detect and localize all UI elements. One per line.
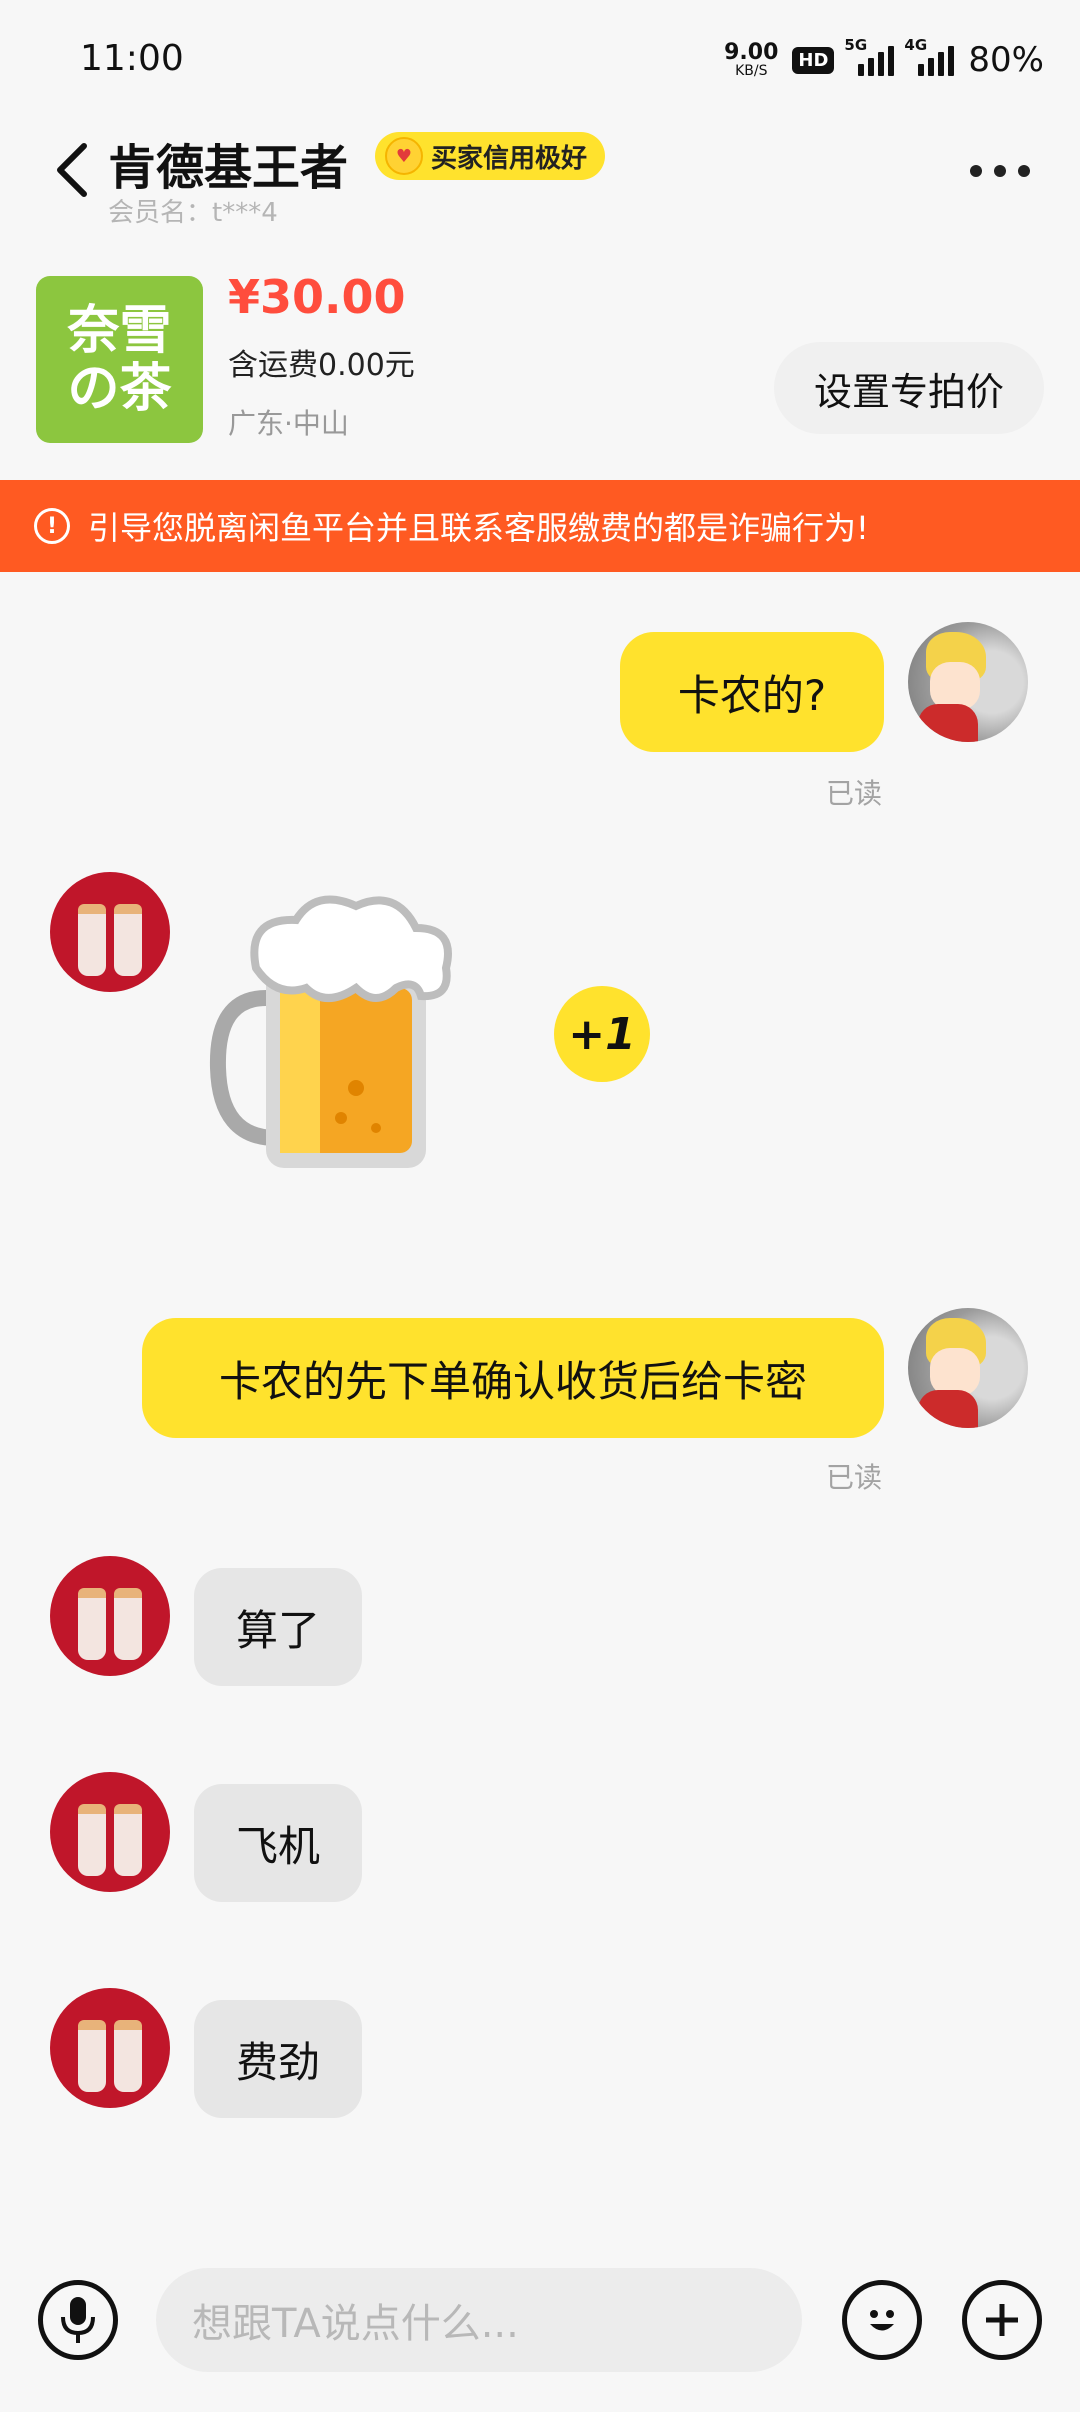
emoji-button[interactable] bbox=[842, 2280, 922, 2360]
hd-badge: HD bbox=[792, 46, 835, 74]
other-avatar[interactable] bbox=[50, 1556, 170, 1676]
set-special-price-button[interactable]: 设置专拍价 bbox=[774, 342, 1044, 434]
more-actions-button[interactable] bbox=[962, 2280, 1042, 2360]
signal-4g-icon: 4G bbox=[904, 36, 955, 76]
message-bubble-other[interactable]: 算了 bbox=[194, 1568, 362, 1686]
net-speed-value: 9.00 bbox=[724, 40, 779, 65]
member-name: 会员名：t***4 bbox=[108, 198, 278, 228]
page-title: 肯德基王者 bbox=[108, 140, 349, 196]
other-avatar[interactable] bbox=[50, 1772, 170, 1892]
plus-icon bbox=[986, 2304, 1018, 2336]
warning-text: 引导您脱离闲鱼平台并且联系客服缴费的都是诈骗行为! bbox=[88, 509, 869, 547]
read-status: 已读 bbox=[826, 777, 883, 810]
product-price: ¥30.00 bbox=[228, 270, 406, 324]
beer-mug-icon bbox=[209, 895, 452, 1168]
chevron-left-icon bbox=[57, 143, 87, 197]
plus-one-badge[interactable]: +1 bbox=[554, 986, 650, 1082]
thumb-text-line1: 奈雪 bbox=[67, 300, 172, 362]
status-time: 11:00 bbox=[80, 38, 184, 79]
other-avatar[interactable] bbox=[50, 872, 170, 992]
back-button[interactable] bbox=[50, 140, 94, 200]
message-bubble-other[interactable]: 费劲 bbox=[194, 2000, 362, 2118]
mic-icon bbox=[61, 2297, 95, 2343]
more-button[interactable] bbox=[970, 165, 1030, 177]
battery-level: 80% bbox=[968, 40, 1044, 80]
credit-badge: ♥ 买家信用极好 bbox=[375, 132, 606, 180]
other-avatar[interactable] bbox=[50, 1988, 170, 2108]
seller-location: 广东·中山 bbox=[228, 407, 349, 440]
my-avatar[interactable] bbox=[908, 1308, 1028, 1428]
emoji-icon bbox=[870, 2310, 894, 2331]
signal-4g-label: 4G bbox=[904, 36, 928, 54]
thumb-text-line2: の茶 bbox=[67, 357, 172, 419]
net-speed: 9.00 KB/S bbox=[724, 40, 779, 79]
message-bubble-me[interactable]: 卡农的? bbox=[620, 632, 884, 752]
signal-5g-label: 5G bbox=[844, 36, 868, 54]
message-input-placeholder: 想跟TA说点什么... bbox=[192, 2301, 519, 2347]
product-thumbnail[interactable]: 奈雪 の茶 bbox=[36, 276, 203, 443]
message-input[interactable]: 想跟TA说点什么... bbox=[156, 2268, 802, 2372]
warning-icon: ! bbox=[34, 508, 70, 544]
my-avatar[interactable] bbox=[908, 622, 1028, 742]
voice-button[interactable] bbox=[38, 2280, 118, 2360]
shipping-fee: 含运费0.00元 bbox=[228, 348, 415, 383]
read-status: 已读 bbox=[826, 1461, 883, 1494]
heart-eyes-icon: ♥ bbox=[385, 137, 423, 175]
fraud-warning-banner: ! 引导您脱离闲鱼平台并且联系客服缴费的都是诈骗行为! bbox=[0, 480, 1080, 572]
message-bubble-other[interactable]: 飞机 bbox=[194, 1784, 362, 1902]
net-speed-unit: KB/S bbox=[735, 63, 768, 79]
message-bubble-me[interactable]: 卡农的先下单确认收货后给卡密 bbox=[142, 1318, 884, 1438]
status-indicators: 9.00 KB/S HD 5G 4G 80% bbox=[724, 36, 1044, 80]
credit-badge-label: 买家信用极好 bbox=[431, 143, 588, 174]
beer-sticker[interactable] bbox=[206, 888, 496, 1208]
signal-5g-icon: 5G bbox=[844, 36, 895, 76]
